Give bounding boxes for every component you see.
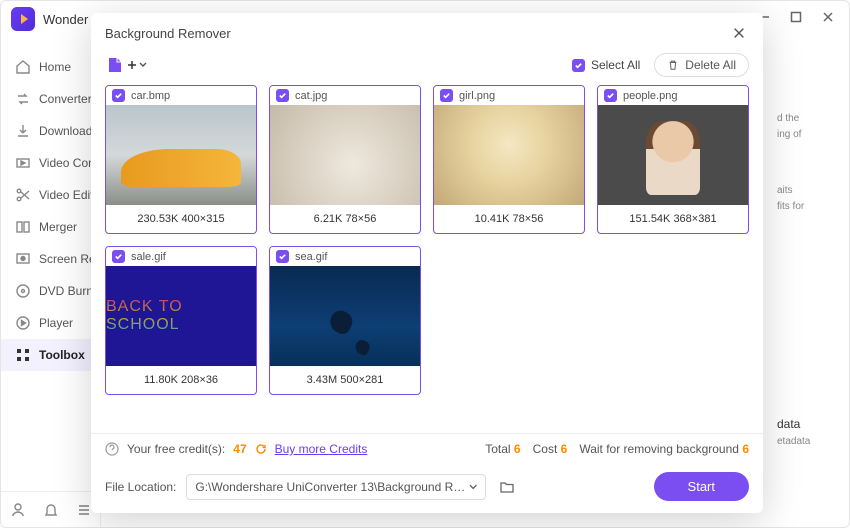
checkbox-checked-icon[interactable]: [276, 89, 289, 102]
file-card[interactable]: girl.png 10.41K 78×56: [433, 85, 585, 234]
select-all-label: Select All: [591, 58, 640, 72]
file-meta: 3.43M 500×281: [270, 366, 420, 394]
file-meta: 230.53K 400×315: [106, 205, 256, 233]
checkbox-checked-icon[interactable]: [604, 89, 617, 102]
file-card-header: sea.gif: [270, 247, 420, 266]
modal-header: Background Remover: [91, 13, 763, 49]
delete-all-label: Delete All: [685, 58, 736, 72]
wait-value: 6: [742, 442, 749, 456]
file-thumbnail: [270, 266, 420, 366]
file-location-select[interactable]: G:\Wondershare UniConverter 13\Backgroun…: [186, 474, 486, 500]
total-label: Total: [485, 442, 510, 456]
file-grid: car.bmp 230.53K 400×315 cat.jpg 6.21K 78×56…: [105, 85, 749, 395]
file-meta: 151.54K 368×381: [598, 205, 748, 233]
start-button[interactable]: Start: [654, 472, 749, 501]
file-meta: 6.21K 78×56: [270, 205, 420, 233]
file-name: sea.gif: [295, 251, 327, 263]
chevron-down-icon: [469, 484, 477, 490]
file-location-label: File Location:: [105, 480, 176, 494]
modal-close-button[interactable]: [729, 23, 749, 43]
file-location-path: G:\Wondershare UniConverter 13\Backgroun…: [195, 480, 469, 494]
file-card[interactable]: people.png 151.54K 368×381: [597, 85, 749, 234]
cost-value: 6: [561, 442, 568, 456]
file-card-header: sale.gif: [106, 247, 256, 266]
delete-all-button[interactable]: Delete All: [654, 53, 749, 77]
file-card[interactable]: car.bmp 230.53K 400×315: [105, 85, 257, 234]
app-window: Wonder Home Converter Downloader Video C…: [0, 0, 850, 528]
open-folder-button[interactable]: [496, 476, 518, 498]
add-file-icon: [105, 55, 125, 75]
file-card-header: car.bmp: [106, 86, 256, 105]
cost-label: Cost: [533, 442, 558, 456]
wait-label: Wait for removing background: [579, 442, 739, 456]
checkbox-checked-icon[interactable]: [112, 89, 125, 102]
file-thumbnail: [270, 105, 420, 205]
sale-banner-text: BACK TO SCHOOL: [106, 298, 256, 334]
modal-title: Background Remover: [105, 26, 231, 41]
total-value: 6: [514, 442, 521, 456]
background-remover-modal: Background Remover Select All Del: [91, 13, 763, 513]
file-card-header: people.png: [598, 86, 748, 105]
credits-row: Your free credit(s): 47 Buy more Credits…: [91, 433, 763, 464]
file-thumbnail: [598, 105, 748, 205]
plus-icon: [128, 61, 136, 69]
file-meta: 10.41K 78×56: [434, 205, 584, 233]
help-icon[interactable]: [105, 442, 119, 456]
file-location-row: File Location: G:\Wondershare UniConvert…: [91, 464, 763, 513]
file-thumbnail: [106, 105, 256, 205]
modal-toolbar: Select All Delete All: [91, 49, 763, 85]
file-card[interactable]: sale.gif BACK TO SCHOOL 11.80K 208×36: [105, 246, 257, 395]
file-meta: 11.80K 208×36: [106, 366, 256, 394]
chevron-down-icon: [139, 62, 147, 68]
file-name: sale.gif: [131, 251, 166, 263]
credits-count: 47: [233, 442, 246, 456]
file-thumbnail: [434, 105, 584, 205]
file-card-header: girl.png: [434, 86, 584, 105]
checkbox-checked-icon[interactable]: [112, 250, 125, 263]
trash-icon: [667, 59, 679, 71]
file-card[interactable]: sea.gif 3.43M 500×281: [269, 246, 421, 395]
file-name: people.png: [623, 90, 677, 102]
add-file-button[interactable]: [105, 55, 147, 75]
file-name: girl.png: [459, 90, 495, 102]
file-grid-container: car.bmp 230.53K 400×315 cat.jpg 6.21K 78×56…: [91, 85, 763, 433]
checkbox-checked-icon[interactable]: [276, 250, 289, 263]
modal-overlay: Background Remover Select All Del: [1, 1, 849, 527]
file-thumbnail: BACK TO SCHOOL: [106, 266, 256, 366]
checkbox-checked-icon: [572, 59, 585, 72]
credits-label: Your free credit(s):: [127, 442, 225, 456]
select-all-checkbox[interactable]: Select All: [572, 58, 640, 72]
refresh-icon[interactable]: [255, 443, 267, 455]
file-card-header: cat.jpg: [270, 86, 420, 105]
folder-icon: [499, 479, 515, 495]
file-card[interactable]: cat.jpg 6.21K 78×56: [269, 85, 421, 234]
buy-credits-link[interactable]: Buy more Credits: [275, 442, 368, 456]
checkbox-checked-icon[interactable]: [440, 89, 453, 102]
file-name: car.bmp: [131, 90, 170, 102]
file-name: cat.jpg: [295, 90, 327, 102]
